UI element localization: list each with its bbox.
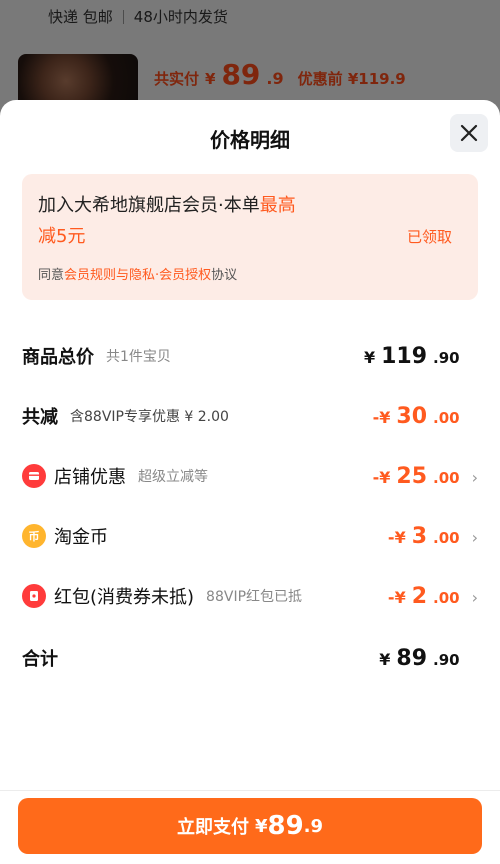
- promo-claimed-status: 已领取: [406, 228, 452, 246]
- tao-coin-title: 淘金币: [54, 527, 108, 548]
- amount-dec: .00: [433, 528, 460, 547]
- red-packet-row[interactable]: 红包(消费券未抵) 88VIP红包已抵 -¥ 2 .00 ›: [22, 576, 478, 616]
- amount-dec: .90: [433, 348, 460, 367]
- subtotal-amount: ¥119.90 ›: [364, 344, 478, 369]
- discount-total-row: 共减 含88VIP专享优惠 ¥ 2.00 -¥30.00 ›: [22, 396, 478, 436]
- amount-dec: .00: [433, 468, 460, 487]
- chevron-right-icon: ›: [471, 587, 478, 607]
- currency-symbol: ¥: [379, 649, 391, 669]
- shop-discount-sub: 超级立减等: [138, 469, 208, 485]
- amount-int: 89: [396, 645, 428, 671]
- red-packet-amount: -¥ 2 .00 ›: [388, 584, 478, 609]
- close-button[interactable]: [450, 114, 488, 152]
- amount-dec: .00: [433, 588, 460, 607]
- sheet-title: 价格明细: [210, 128, 290, 152]
- red-packet-title: 红包(消费券未抵): [54, 587, 195, 608]
- amount-int: 30: [396, 403, 428, 429]
- pay-button-label: 立即支付: [176, 817, 249, 838]
- promo-line1-highlight: 最高: [259, 195, 296, 216]
- subtotal-title: 商品总价: [22, 347, 94, 368]
- pay-button-dec: .9: [303, 815, 324, 837]
- shop-discount-row[interactable]: 店铺优惠 超级立减等 -¥ 25 .00 ›: [22, 456, 478, 496]
- currency-symbol: ¥: [363, 347, 376, 367]
- pay-button-currency: ¥: [254, 815, 268, 837]
- red-packet-sub: 88VIP红包已抵: [206, 589, 303, 605]
- chevron-right-icon: ›: [471, 467, 478, 487]
- promo-line2: 减5元: [38, 226, 86, 247]
- coin-icon: 币: [22, 524, 46, 548]
- currency-symbol: -¥: [372, 467, 391, 487]
- total-row: 合计 ¥89.90 ›: [22, 638, 478, 678]
- total-title: 合计: [22, 649, 58, 670]
- coin-icon-glyph: 币: [28, 530, 40, 543]
- amount-int: 25: [396, 463, 428, 489]
- membership-promo-card: 加入大希地旗舰店会员·本单最高 减5元 已领取 同意会员规则与隐私·会员授权协议: [22, 174, 478, 300]
- chevron-right-icon: ›: [471, 527, 478, 547]
- member-rules-link[interactable]: 会员规则与隐私·会员授权: [64, 268, 211, 283]
- shop-icon: [22, 464, 46, 488]
- agree-prefix: 同意: [38, 268, 65, 283]
- red-packet-icon: [22, 584, 46, 608]
- price-detail-sheet: 价格明细 加入大希地旗舰店会员·本单最高 减5元 已领取 同意会员规则与隐私·会…: [0, 100, 500, 864]
- promo-headline: 加入大希地旗舰店会员·本单最高 减5元: [38, 190, 338, 252]
- amount-int: 119: [381, 343, 428, 369]
- currency-symbol: -¥: [387, 527, 406, 547]
- discount-total-amount: -¥30.00 ›: [373, 404, 478, 429]
- amount-dec: .00: [433, 408, 460, 427]
- discount-total-title: 共减: [22, 407, 58, 428]
- total-amount: ¥89.90 ›: [379, 646, 478, 671]
- shop-discount-amount: -¥ 25 .00 ›: [373, 464, 478, 489]
- subtotal-row: 商品总价 共1件宝贝 ¥119.90 ›: [22, 336, 478, 376]
- agree-suffix: 协议: [211, 268, 238, 283]
- amount-int: 3: [411, 523, 428, 549]
- close-icon: [460, 124, 478, 142]
- vip-discount-note: 含88VIP专享优惠 ¥ 2.00: [70, 409, 229, 425]
- pay-now-button[interactable]: 立即支付 ¥ 89 .9: [18, 798, 482, 854]
- pay-button-int: 89: [267, 811, 304, 841]
- currency-symbol: -¥: [372, 407, 391, 427]
- amount-int: 2: [411, 583, 428, 609]
- tao-coin-row[interactable]: 币 淘金币 -¥ 3 .00 ›: [22, 516, 478, 556]
- amount-dec: .90: [433, 650, 460, 669]
- divider: [0, 790, 500, 791]
- currency-symbol: -¥: [387, 587, 406, 607]
- shop-discount-title: 店铺优惠: [54, 467, 126, 488]
- promo-agreement: 同意会员规则与隐私·会员授权协议: [38, 264, 237, 283]
- subtotal-count: 共1件宝贝: [106, 349, 171, 365]
- tao-coin-amount: -¥ 3 .00 ›: [388, 524, 478, 549]
- promo-line1-text: 加入大希地旗舰店会员·本单: [38, 195, 260, 216]
